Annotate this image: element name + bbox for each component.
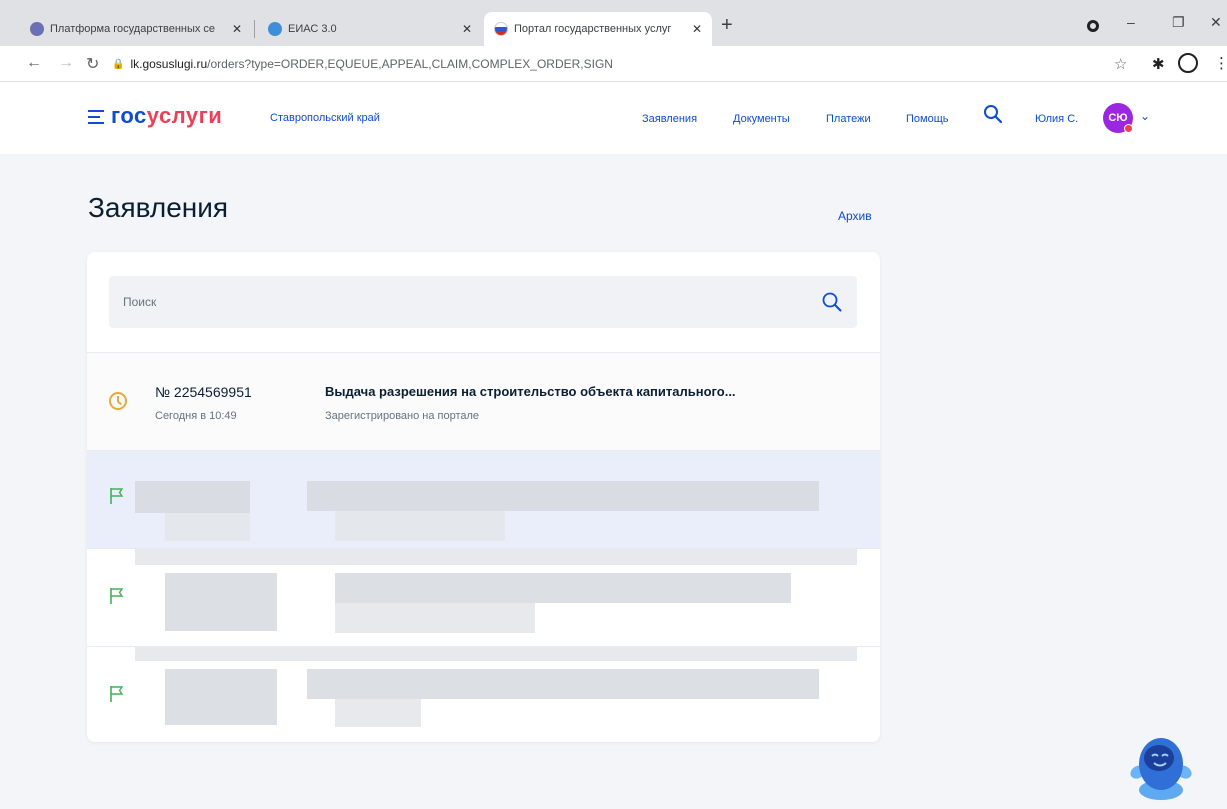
search-icon[interactable] — [821, 291, 843, 313]
redacted-block — [335, 511, 505, 541]
order-row[interactable]: № 2254569951 Сегодня в 10:49 Выдача разр… — [87, 352, 880, 450]
orders-card: № 2254569951 Сегодня в 10:49 Выдача разр… — [87, 252, 880, 742]
menu-burger-icon[interactable] — [88, 110, 104, 128]
account-icon[interactable] — [1178, 53, 1198, 73]
order-status: Зарегистрировано на портале — [325, 410, 480, 422]
browser-toolbar: ← → ↻ 🔒 lk.gosuslugi.ru/orders?type=ORDE… — [0, 46, 1227, 82]
record-icon[interactable] — [1087, 20, 1099, 32]
redacted-block — [135, 481, 250, 513]
chevron-down-icon[interactable]: ⌄ — [1140, 109, 1150, 123]
order-date: Сегодня в 10:49 — [155, 410, 237, 422]
russia-flag-icon — [494, 22, 508, 36]
window-close-icon[interactable]: ✕ — [1210, 14, 1222, 31]
search-icon[interactable] — [983, 104, 1003, 124]
new-tab-button[interactable]: + — [721, 14, 733, 37]
notification-dot — [1124, 124, 1133, 133]
redacted-block — [165, 573, 277, 631]
order-row[interactable] — [87, 548, 880, 646]
minimize-icon[interactable]: – — [1127, 14, 1135, 30]
redacted-block — [135, 549, 857, 565]
order-row[interactable] — [87, 450, 880, 548]
more-menu-icon[interactable]: ⋮ — [1214, 54, 1227, 72]
redacted-block — [307, 481, 819, 511]
browser-tab[interactable]: Платформа государственных се ✕ — [20, 12, 252, 46]
tab-separator — [254, 20, 255, 38]
browser-tab[interactable]: ЕИАС 3.0 ✕ — [258, 12, 482, 46]
close-tab-icon[interactable]: ✕ — [462, 22, 472, 36]
region-selector[interactable]: Ставропольский край — [270, 112, 380, 124]
redacted-block — [335, 573, 791, 603]
redacted-block — [135, 647, 857, 661]
redacted-block — [307, 669, 819, 699]
address-bar[interactable]: 🔒 lk.gosuslugi.ru/orders?type=ORDER,EQUE… — [112, 52, 1072, 76]
close-tab-icon[interactable]: ✕ — [692, 22, 702, 36]
search-input[interactable] — [123, 292, 803, 312]
order-number: № 2254569951 — [155, 384, 252, 400]
reload-icon[interactable]: ↻ — [86, 54, 99, 74]
search-field[interactable] — [109, 276, 857, 328]
gosuslugi-logo[interactable]: госуслуги — [111, 103, 222, 129]
extensions-icon[interactable]: ✱ — [1152, 55, 1165, 73]
browser-tab-bar: Платформа государственных се ✕ ЕИАС 3.0 … — [0, 0, 1227, 46]
browser-tab-active[interactable]: Портал государственных услуг ✕ — [484, 12, 712, 46]
nav-applications[interactable]: Заявления — [642, 113, 697, 125]
page-title: Заявления — [88, 192, 229, 223]
flag-icon — [110, 588, 124, 604]
nav-help[interactable]: Помощь — [906, 113, 949, 125]
site-header: госуслуги Ставропольский край Заявления … — [0, 82, 1227, 154]
restore-icon[interactable]: ❐ — [1172, 14, 1185, 31]
eias-logo-icon — [268, 22, 282, 36]
redacted-block — [165, 669, 277, 725]
close-tab-icon[interactable]: ✕ — [232, 22, 242, 36]
lock-icon: 🔒 — [112, 58, 125, 70]
archive-link[interactable]: Архив — [838, 209, 872, 223]
redacted-block — [335, 603, 535, 633]
emblem-icon — [30, 22, 44, 36]
user-name[interactable]: Юлия С. — [1035, 113, 1078, 125]
redacted-block — [165, 513, 250, 541]
order-row[interactable] — [87, 646, 880, 742]
flag-icon — [110, 686, 124, 702]
nav-payments[interactable]: Платежи — [826, 113, 871, 125]
bookmark-star-icon[interactable]: ☆ — [1114, 55, 1127, 73]
flag-icon — [110, 488, 124, 504]
clock-icon — [109, 392, 127, 410]
order-title: Выдача разрешения на строительство объек… — [325, 384, 736, 399]
nav-documents[interactable]: Документы — [733, 113, 790, 125]
redacted-block — [335, 699, 421, 727]
robot-assistant-icon[interactable] — [1128, 724, 1194, 802]
back-icon[interactable]: ← — [26, 54, 42, 72]
forward-icon[interactable]: → — [58, 54, 74, 72]
